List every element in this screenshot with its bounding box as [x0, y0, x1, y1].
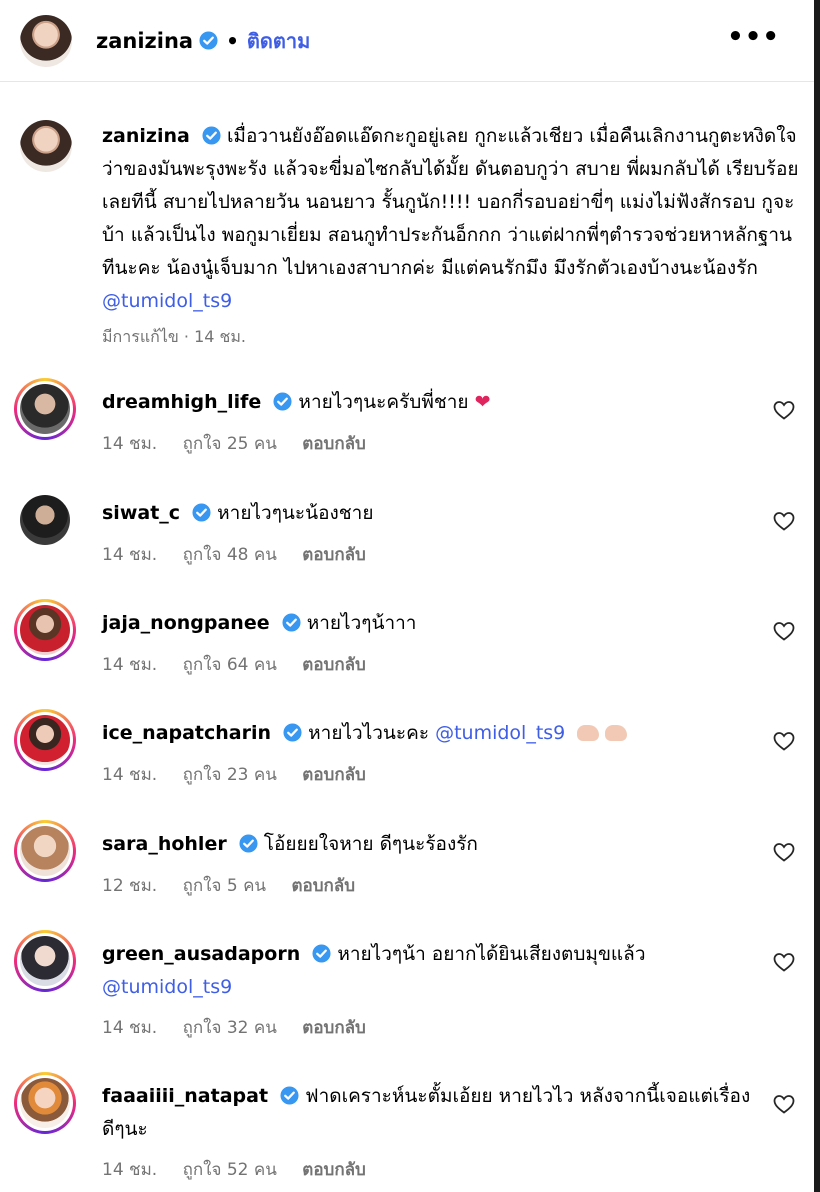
- story-ring[interactable]: [14, 709, 76, 771]
- caption-avatar[interactable]: [20, 120, 72, 172]
- comment-text: sara_hohler โอ้ยยยใจหาย ดีๆนะร้องรัก: [102, 828, 752, 861]
- commenter-avatar: [20, 936, 70, 986]
- verified-badge-icon: [273, 392, 292, 411]
- comment-body: โอ้ยยยใจหาย ดีๆนะร้องรัก: [263, 833, 478, 855]
- comment-likes[interactable]: ถูกใจ 25 คน: [183, 434, 277, 454]
- comment-body: หายไวๆนะน้องชาย: [217, 502, 374, 524]
- commenter-avatar: [20, 605, 70, 655]
- verified-badge-icon: [283, 723, 302, 742]
- commenter-avatar: [20, 384, 70, 434]
- comment-meta: 14 ชม. ถูกใจ 48 คน ตอบกลับ: [102, 541, 386, 568]
- comment-mention[interactable]: @tumidol_ts9: [102, 976, 232, 998]
- story-ring[interactable]: [14, 1072, 76, 1134]
- reply-button[interactable]: ตอบกลับ: [302, 655, 366, 675]
- comment-time: 14 ชม.: [102, 765, 158, 785]
- comment-mention[interactable]: @tumidol_ts9: [435, 722, 565, 744]
- comment-likes[interactable]: ถูกใจ 23 คน: [183, 765, 277, 785]
- commenter-username[interactable]: faaaiiii_natapat: [102, 1085, 268, 1107]
- comment-meta: 14 ชม. ถูกใจ 25 คน ตอบกลับ: [102, 430, 386, 457]
- commenter-username[interactable]: green_ausadaporn: [102, 943, 300, 965]
- commenter-username[interactable]: ice_napatcharin: [102, 722, 271, 744]
- comment-time: 14 ชม.: [102, 434, 158, 454]
- caption-time: 14 ชม.: [194, 327, 246, 346]
- comment-likes[interactable]: ถูกใจ 5 คน: [183, 876, 266, 896]
- caption-body: เมื่อวานยังอ๊อดแอ๊ดกะกูอยู่เลย กูกะแล้วเ…: [102, 125, 799, 279]
- flexed-biceps-emoji: [577, 725, 600, 741]
- comment-meta: 14 ชม. ถูกใจ 52 คน ตอบกลับ: [102, 1156, 386, 1183]
- commenter-username[interactable]: sara_hohler: [102, 833, 227, 855]
- story-ring[interactable]: [14, 489, 76, 551]
- follow-button[interactable]: ติดตาม: [247, 25, 310, 57]
- comment-time: 14 ชม.: [102, 1160, 158, 1180]
- commenter-username[interactable]: siwat_c: [102, 502, 180, 524]
- comment-body: หายไวๆน้า อยากได้ยินเสียงตบมุขแล้ว: [337, 943, 646, 965]
- comment-time: 14 ชม.: [102, 1018, 158, 1038]
- verified-badge-icon: [239, 834, 258, 853]
- like-heart-icon[interactable]: [772, 1092, 796, 1116]
- caption-username[interactable]: zanizina: [102, 125, 190, 147]
- red-heart-emoji: ❤: [474, 391, 491, 413]
- reply-button[interactable]: ตอบกลับ: [291, 876, 355, 896]
- comment-meta: 14 ชม. ถูกใจ 23 คน ตอบกลับ: [102, 761, 386, 788]
- verified-badge-icon: [192, 503, 211, 522]
- caption-mention[interactable]: @tumidol_ts9: [102, 290, 232, 312]
- commenter-username[interactable]: jaja_nongpanee: [102, 612, 270, 634]
- post-header: zanizina • ติดตาม •••: [0, 0, 814, 82]
- verified-badge-icon: [199, 31, 218, 50]
- story-ring[interactable]: [14, 820, 76, 882]
- verified-badge-icon: [312, 944, 331, 963]
- edited-label: มีการแก้ไข: [102, 327, 179, 346]
- story-ring[interactable]: [14, 599, 76, 661]
- comment-text: ice_napatcharin หายไวไวนะคะ @tumidol_ts9: [102, 717, 752, 750]
- comment-likes[interactable]: ถูกใจ 64 คน: [183, 655, 277, 675]
- comment-likes[interactable]: ถูกใจ 32 คน: [183, 1018, 277, 1038]
- story-ring[interactable]: [14, 378, 76, 440]
- comment-likes[interactable]: ถูกใจ 52 คน: [183, 1160, 277, 1180]
- comment-body: หายไวๆน้าาา: [306, 612, 417, 634]
- like-heart-icon[interactable]: [772, 509, 796, 533]
- comment-time: 14 ชม.: [102, 545, 158, 565]
- verified-badge-icon: [202, 126, 221, 145]
- commenter-avatar: [20, 715, 70, 765]
- reply-button[interactable]: ตอบกลับ: [302, 545, 366, 565]
- comment-text: green_ausadaporn หายไวๆน้า อยากได้ยินเสี…: [102, 938, 752, 1004]
- comment-likes[interactable]: ถูกใจ 48 คน: [183, 545, 277, 565]
- reply-button[interactable]: ตอบกลับ: [302, 434, 366, 454]
- like-heart-icon[interactable]: [772, 729, 796, 753]
- comment-meta: 14 ชม. ถูกใจ 32 คน ตอบกลับ: [102, 1014, 386, 1041]
- author-username[interactable]: zanizina: [96, 29, 193, 53]
- comment-body: หายไวไวนะคะ: [308, 722, 430, 744]
- verified-badge-icon: [280, 1086, 299, 1105]
- reply-button[interactable]: ตอบกลับ: [302, 1018, 366, 1038]
- like-heart-icon[interactable]: [772, 619, 796, 643]
- more-options-icon[interactable]: •••: [727, 22, 780, 52]
- story-ring[interactable]: [14, 930, 76, 992]
- like-heart-icon[interactable]: [772, 950, 796, 974]
- comment-time: 12 ชม.: [102, 876, 158, 896]
- commenter-avatar: [20, 1078, 70, 1128]
- commenter-username[interactable]: dreamhigh_life: [102, 391, 261, 413]
- comment-body: หายไวๆนะครับพี่ชาย: [298, 391, 469, 413]
- comment-text: jaja_nongpanee หายไวๆน้าาา: [102, 607, 752, 640]
- flexed-biceps-emoji: [605, 725, 628, 741]
- comment-meta: 14 ชม. ถูกใจ 64 คน ตอบกลับ: [102, 651, 386, 678]
- caption-meta: มีการแก้ไข · 14 ชม.: [102, 327, 246, 346]
- comment-text: siwat_c หายไวๆนะน้องชาย: [102, 497, 752, 530]
- comment-text: dreamhigh_life หายไวๆนะครับพี่ชาย ❤: [102, 386, 752, 419]
- like-heart-icon[interactable]: [772, 398, 796, 422]
- comment-text: faaaiiii_natapat ฟาดเคราะห์นะตั้มเอ้ยย ห…: [102, 1080, 752, 1146]
- header-separator: •: [226, 28, 239, 53]
- comment-meta: 12 ชม. ถูกใจ 5 คน ตอบกลับ: [102, 872, 375, 899]
- like-heart-icon[interactable]: [772, 840, 796, 864]
- reply-button[interactable]: ตอบกลับ: [302, 1160, 366, 1180]
- caption-text: zanizina เมื่อวานยังอ๊อดแอ๊ดกะกูอยู่เลย …: [102, 120, 802, 318]
- comment-time: 14 ชม.: [102, 655, 158, 675]
- commenter-avatar: [20, 495, 70, 545]
- reply-button[interactable]: ตอบกลับ: [302, 765, 366, 785]
- author-avatar[interactable]: [20, 14, 72, 67]
- window-edge: [814, 0, 820, 1192]
- commenter-avatar: [20, 826, 70, 876]
- verified-badge-icon: [282, 613, 301, 632]
